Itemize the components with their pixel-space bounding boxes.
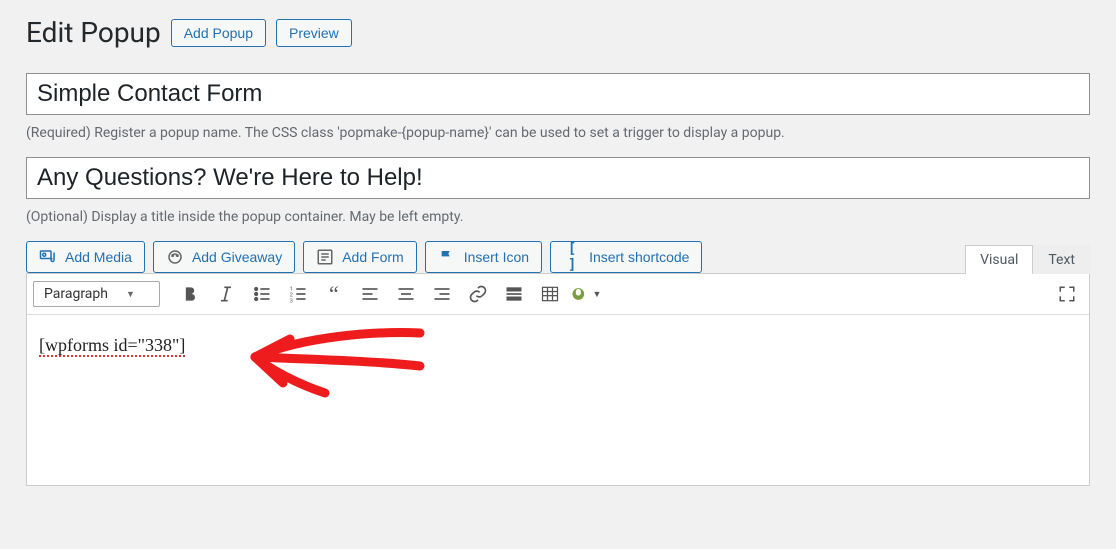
page-title: Edit Popup bbox=[26, 12, 161, 53]
add-media-label: Add Media bbox=[65, 249, 132, 265]
align-left-button[interactable] bbox=[354, 278, 386, 310]
popup-name-description: (Required) Register a popup name. The CS… bbox=[26, 125, 1090, 141]
svg-text:3: 3 bbox=[290, 298, 293, 304]
editor-toolbar: Paragraph 123 “ ▼ bbox=[27, 274, 1089, 315]
link-button[interactable] bbox=[462, 278, 494, 310]
tab-text[interactable]: Text bbox=[1033, 245, 1090, 274]
insert-icon-label: Insert Icon bbox=[464, 249, 529, 265]
brackets-icon: [ ] bbox=[563, 248, 581, 266]
special-button[interactable]: ▼ bbox=[570, 278, 602, 310]
add-giveaway-label: Add Giveaway bbox=[192, 249, 282, 265]
align-center-button[interactable] bbox=[390, 278, 422, 310]
align-right-button[interactable] bbox=[426, 278, 458, 310]
editor-container: Paragraph 123 “ ▼ [wpforms id="338"] bbox=[26, 273, 1090, 486]
insert-shortcode-button[interactable]: [ ] Insert shortcode bbox=[550, 241, 702, 273]
add-giveaway-button[interactable]: Add Giveaway bbox=[153, 241, 295, 273]
add-popup-button[interactable]: Add Popup bbox=[171, 19, 266, 47]
format-select-label: Paragraph bbox=[44, 286, 108, 302]
add-form-label: Add Form bbox=[342, 249, 403, 265]
insert-icon-button[interactable]: Insert Icon bbox=[425, 241, 542, 273]
gift-icon bbox=[166, 248, 184, 266]
popup-title-description: (Optional) Display a title inside the po… bbox=[26, 209, 1090, 225]
flag-icon bbox=[438, 248, 456, 266]
format-select[interactable]: Paragraph bbox=[33, 281, 160, 307]
bold-button[interactable] bbox=[174, 278, 206, 310]
camera-music-icon bbox=[39, 248, 57, 266]
insert-shortcode-label: Insert shortcode bbox=[589, 249, 689, 265]
editor-content-area[interactable]: [wpforms id="338"] bbox=[27, 315, 1089, 485]
popup-title-input[interactable] bbox=[26, 157, 1090, 199]
tab-visual[interactable]: Visual bbox=[965, 245, 1033, 274]
bullet-list-button[interactable] bbox=[246, 278, 278, 310]
readmore-button[interactable] bbox=[498, 278, 530, 310]
add-media-button[interactable]: Add Media bbox=[26, 241, 145, 273]
preview-button[interactable]: Preview bbox=[276, 19, 352, 47]
editor-shortcode-text: [wpforms id="338"] bbox=[39, 335, 185, 357]
blockquote-button[interactable]: “ bbox=[318, 278, 350, 310]
fullscreen-button[interactable] bbox=[1051, 278, 1083, 310]
annotation-arrow-icon bbox=[235, 321, 435, 401]
form-icon bbox=[316, 248, 334, 266]
numbered-list-button[interactable]: 123 bbox=[282, 278, 314, 310]
italic-button[interactable] bbox=[210, 278, 242, 310]
add-form-button[interactable]: Add Form bbox=[303, 241, 416, 273]
table-button[interactable] bbox=[534, 278, 566, 310]
popup-name-input[interactable] bbox=[26, 73, 1090, 115]
